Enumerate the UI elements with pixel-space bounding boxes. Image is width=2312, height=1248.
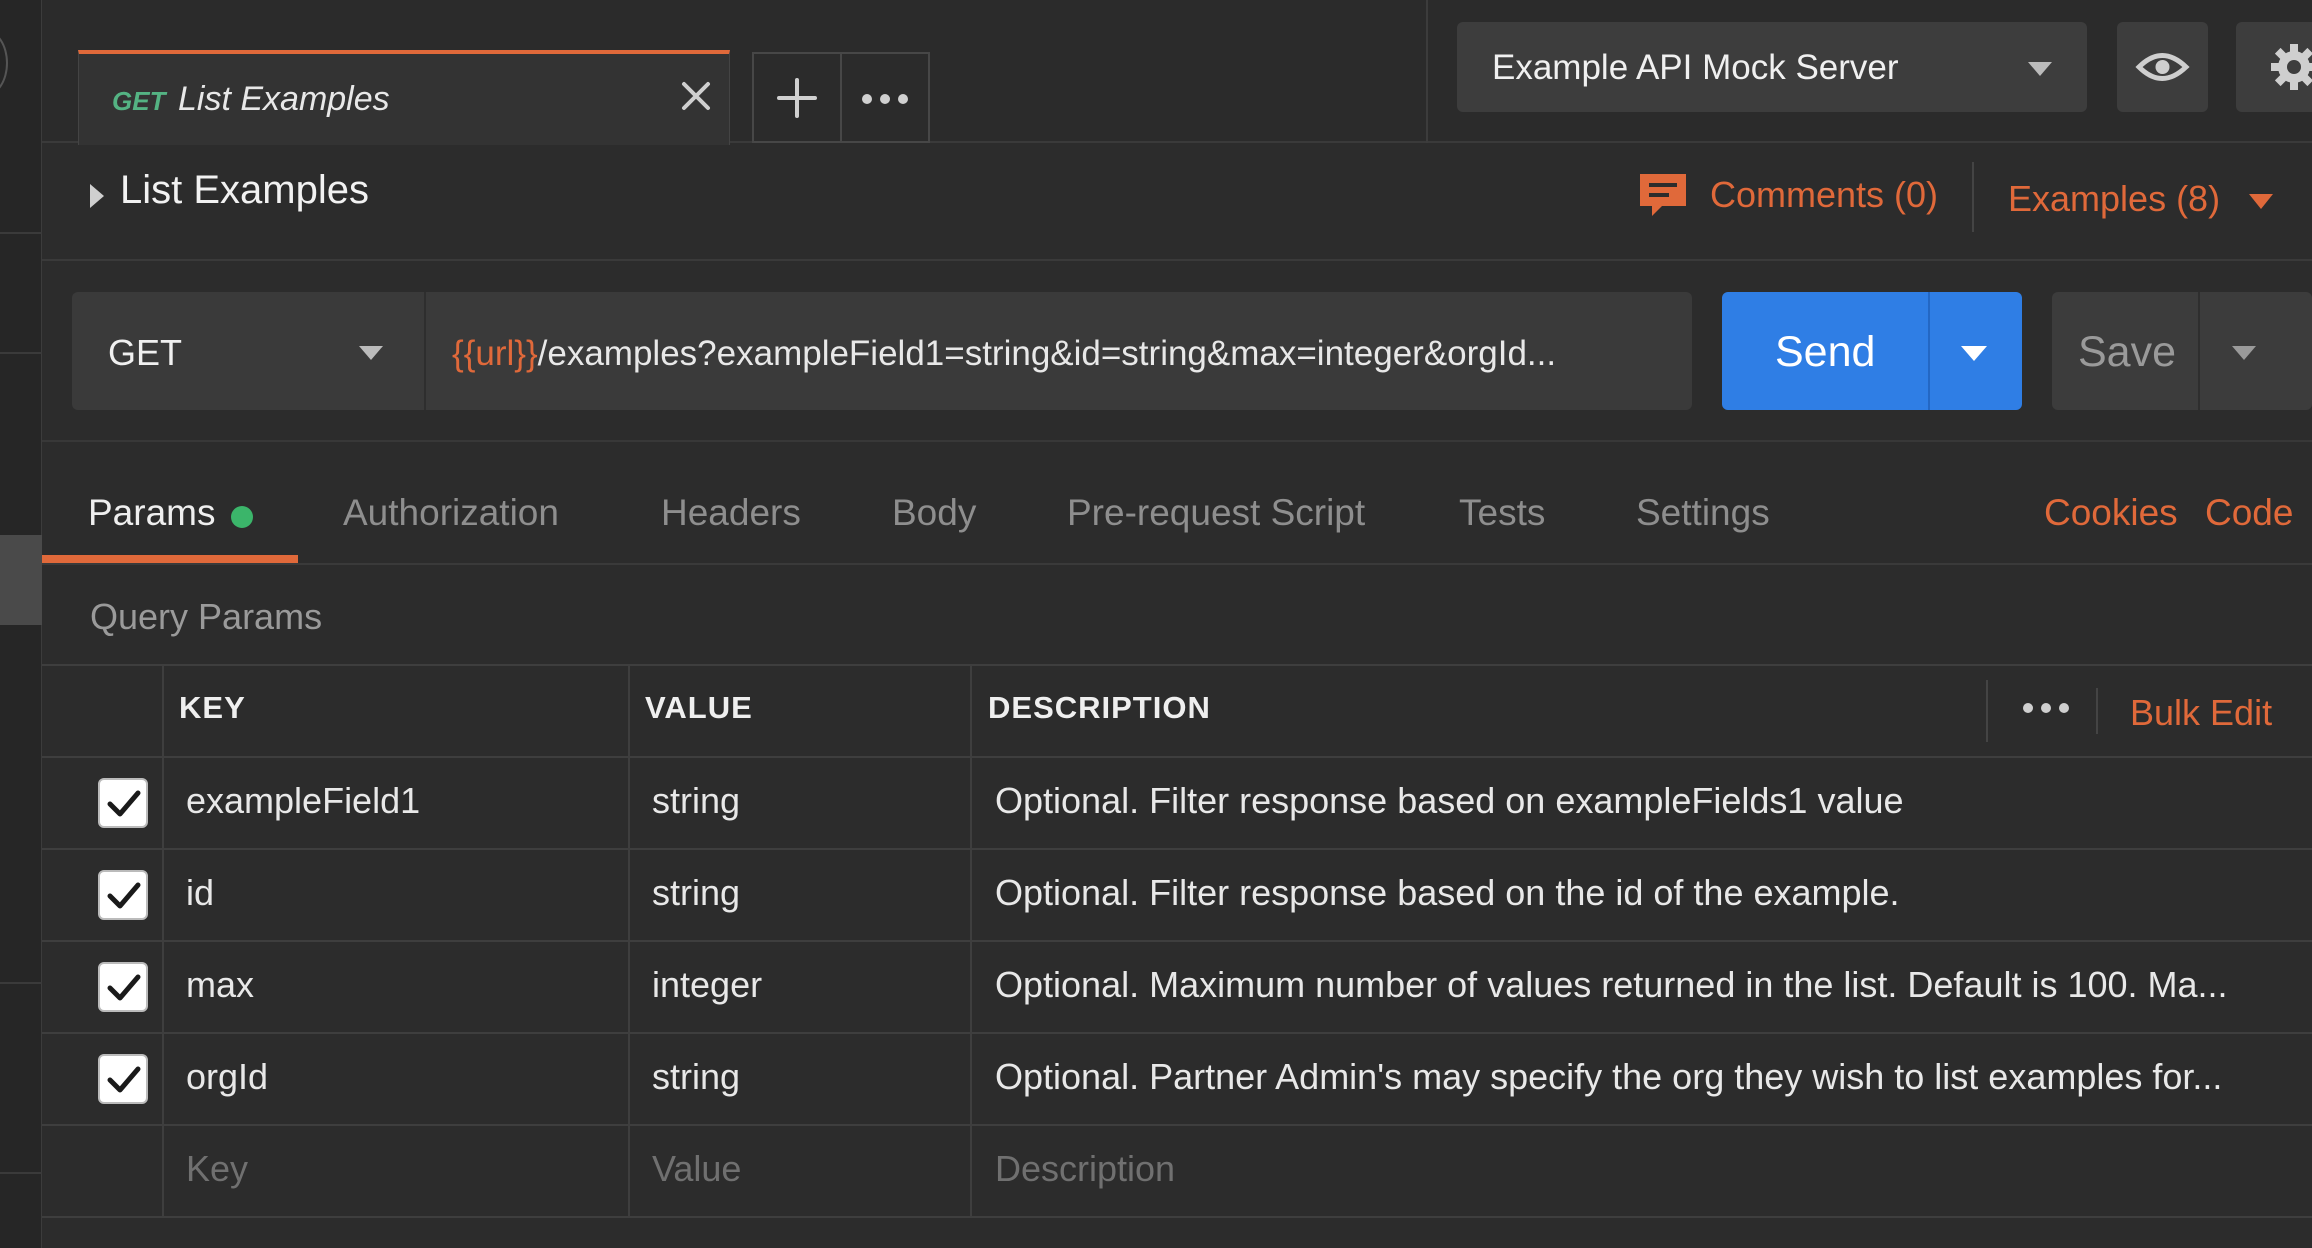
tab-settings[interactable]: Settings (1636, 492, 1770, 534)
environment-label: Example API Mock Server (1492, 48, 1899, 87)
column-header-value: VALUE (645, 690, 753, 725)
checkbox-checked-icon (107, 790, 141, 817)
checkbox-checked-icon (107, 882, 141, 909)
url-path: /examples?exampleField1=string&id=string… (537, 334, 1557, 373)
url-text[interactable]: {{url}}/examples?exampleField1=string&id… (452, 334, 1680, 374)
chevron-down-icon[interactable] (2249, 194, 2273, 209)
eye-icon (2135, 53, 2190, 81)
checkbox-checked-icon (107, 974, 141, 1001)
divider (1972, 162, 1974, 232)
divider (1426, 0, 1428, 143)
divider (42, 563, 2312, 565)
tab-params[interactable]: Params (88, 492, 215, 534)
plus-icon (777, 78, 817, 118)
tab-title: List Examples (178, 80, 390, 118)
checkbox-checked-icon (107, 1066, 141, 1093)
environment-quick-look-button[interactable] (2117, 22, 2208, 112)
more-icon[interactable] (2020, 696, 2072, 720)
row-divider (42, 756, 2312, 758)
tab-body[interactable]: Body (892, 492, 976, 534)
send-label: Send (1775, 328, 1876, 376)
divider (2096, 688, 2098, 734)
examples-dropdown[interactable]: Examples (8) (2008, 178, 2220, 220)
method-label: GET (108, 332, 183, 373)
param-key[interactable]: max (186, 964, 254, 1006)
params-active-indicator (231, 506, 253, 528)
new-value-input[interactable]: Value (652, 1148, 741, 1190)
chevron-down-icon (2028, 62, 2052, 76)
gear-icon (2271, 44, 2312, 90)
query-params-heading: Query Params (90, 596, 323, 637)
param-checkbox[interactable] (98, 962, 148, 1012)
active-tab-underline (42, 555, 298, 563)
tab-options-button[interactable] (842, 52, 930, 143)
divider (1928, 292, 1930, 410)
tab-tests[interactable]: Tests (1459, 492, 1545, 534)
param-description[interactable]: Optional. Filter response based on examp… (995, 780, 2312, 822)
param-checkbox[interactable] (98, 1054, 148, 1104)
request-title[interactable]: List Examples (120, 168, 369, 213)
sidebar-divider (0, 1172, 42, 1174)
param-description[interactable]: Optional. Filter response based on the i… (995, 872, 2312, 914)
param-key[interactable]: orgId (186, 1056, 268, 1098)
chevron-down-icon (2232, 346, 2256, 360)
close-icon[interactable] (676, 76, 716, 116)
chevron-down-icon (359, 346, 383, 360)
sidebar-circle-icon[interactable] (0, 30, 8, 96)
url-variable: {{url}} (452, 334, 538, 373)
param-description[interactable]: Optional. Partner Admin's may specify th… (995, 1056, 2312, 1098)
divider (1986, 680, 1988, 742)
save-label: Save (2078, 328, 2177, 376)
cookies-link[interactable]: Cookies (2044, 492, 2178, 534)
param-description[interactable]: Optional. Maximum number of values retur… (995, 964, 2312, 1006)
comments-link[interactable]: Comments (0) (1710, 174, 1938, 216)
row-divider (42, 848, 2312, 850)
new-key-input[interactable]: Key (186, 1148, 248, 1190)
tab-headers[interactable]: Headers (661, 492, 801, 534)
tab-authorization[interactable]: Authorization (343, 492, 559, 534)
manage-environments-button[interactable] (2236, 22, 2312, 112)
row-divider (42, 940, 2312, 942)
new-tab-button[interactable] (752, 52, 842, 143)
new-description-input[interactable]: Description (995, 1148, 1175, 1190)
row-divider (42, 1032, 2312, 1034)
sidebar-strip (0, 0, 42, 1248)
param-value[interactable]: string (652, 1056, 740, 1098)
param-checkbox[interactable] (98, 870, 148, 920)
column-header-description: DESCRIPTION (988, 690, 1211, 725)
sidebar-divider (0, 352, 42, 354)
chevron-down-icon[interactable] (1961, 346, 1987, 361)
param-checkbox[interactable] (98, 778, 148, 828)
code-link[interactable]: Code (2205, 492, 2293, 534)
caret-right-icon[interactable] (90, 184, 104, 208)
tab-pre-request-script[interactable]: Pre-request Script (1067, 492, 1365, 534)
request-tab[interactable] (78, 50, 730, 145)
param-value[interactable]: integer (652, 964, 762, 1006)
comment-icon[interactable] (1636, 170, 1690, 222)
sidebar-divider (0, 232, 42, 234)
divider (42, 440, 2312, 442)
row-divider (42, 1124, 2312, 1126)
param-value[interactable]: string (652, 780, 740, 822)
bulk-edit-link[interactable]: Bulk Edit (2130, 692, 2272, 734)
column-header-key: KEY (179, 690, 246, 725)
param-key[interactable]: exampleField1 (186, 780, 420, 822)
more-icon (862, 94, 908, 104)
divider (2198, 292, 2200, 410)
param-value[interactable]: string (652, 872, 740, 914)
save-options-button[interactable] (2206, 292, 2312, 410)
sidebar-selected-item[interactable] (0, 535, 42, 625)
tab-method-label: GET (112, 86, 166, 116)
sidebar-divider (0, 982, 42, 984)
row-divider (42, 1216, 2312, 1218)
param-key[interactable]: id (186, 872, 214, 914)
